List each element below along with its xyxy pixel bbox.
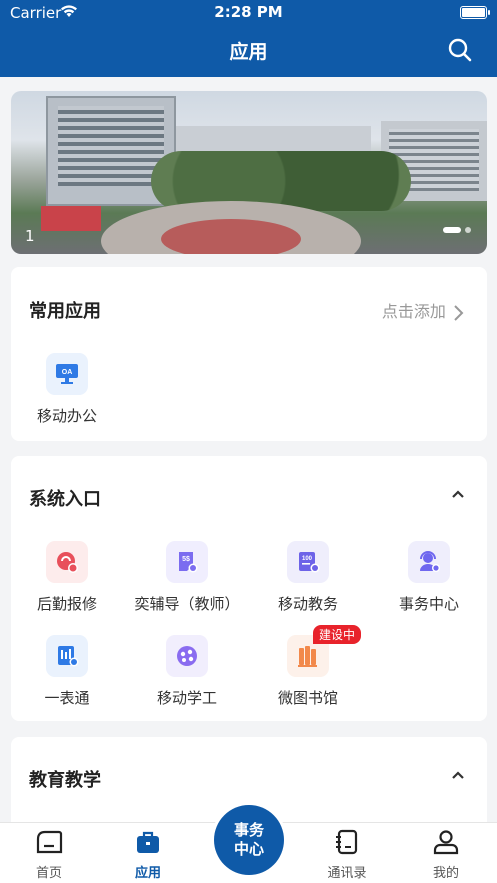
system-entry-title: 系统入口 bbox=[29, 489, 101, 510]
app-mobile-office[interactable]: OA 移动办公 bbox=[7, 353, 127, 426]
pagination-dot-active[interactable] bbox=[443, 226, 461, 233]
search-button[interactable] bbox=[447, 37, 475, 65]
tab-label: 我的 bbox=[432, 866, 459, 881]
add-app-label: 点击添加 bbox=[381, 302, 446, 321]
status-time: 2:28 PM bbox=[214, 3, 283, 21]
repair-icon bbox=[46, 541, 88, 583]
app-student-work[interactable]: 移动学工 bbox=[127, 635, 247, 708]
app-label: 移动办公 bbox=[36, 407, 97, 425]
common-apps-title: 常用应用 bbox=[29, 301, 101, 322]
app-label: 微图书馆 bbox=[277, 689, 338, 707]
banner-page-number: 1 bbox=[25, 227, 35, 245]
briefcase-icon bbox=[137, 831, 159, 853]
tutor-icon: 5$ bbox=[166, 541, 208, 583]
app-label: 移动学工 bbox=[156, 689, 217, 707]
chevron-right-icon bbox=[454, 304, 464, 321]
svg-text:5$: 5$ bbox=[182, 556, 190, 563]
common-apps-card: 常用应用 点击添加 OA 移动办公 bbox=[11, 267, 487, 441]
status-badge: 建设中 bbox=[313, 625, 362, 644]
service-center-button[interactable]: 事务中心 bbox=[214, 805, 284, 875]
chevron-up-icon[interactable] bbox=[451, 770, 465, 780]
tab-label: 通讯录 bbox=[327, 866, 367, 881]
tab-home[interactable]: 首页 bbox=[9, 829, 89, 881]
app-micro-library[interactable]: 微图书馆 建设中 bbox=[248, 625, 368, 708]
search-icon bbox=[448, 38, 472, 62]
home-icon bbox=[36, 830, 63, 854]
battery-icon bbox=[460, 6, 490, 19]
oa-monitor-icon: OA bbox=[46, 353, 88, 395]
academic-icon: 100 bbox=[287, 541, 329, 583]
tab-label: 应用 bbox=[134, 866, 161, 881]
banner-pagination[interactable] bbox=[439, 219, 471, 238]
app-one-form[interactable]: 一表通 bbox=[7, 635, 127, 708]
status-bar: Carrier 2:28 PM bbox=[0, 0, 497, 26]
pagination-dot[interactable] bbox=[465, 226, 471, 233]
education-title: 教育教学 bbox=[29, 770, 101, 791]
service-icon bbox=[408, 541, 450, 583]
chevron-up-icon[interactable] bbox=[451, 489, 465, 499]
app-label: 一表通 bbox=[44, 689, 90, 707]
tab-apps[interactable]: 应用 bbox=[108, 829, 188, 881]
add-app-link[interactable]: 点击添加 bbox=[382, 298, 465, 322]
contacts-book-icon bbox=[336, 829, 358, 855]
app-label: 后勤报修 bbox=[36, 595, 97, 613]
tab-label: 首页 bbox=[35, 866, 62, 881]
system-entry-card: 系统入口 后勤报修 5$ 奕辅导（教师） 100 移动教务 事务中心 一表通 移… bbox=[11, 456, 487, 721]
campus-banner[interactable]: 1 bbox=[11, 91, 487, 254]
svg-text:100: 100 bbox=[302, 556, 313, 562]
app-mobile-academic[interactable]: 100 移动教务 bbox=[248, 541, 368, 614]
app-label: 移动教务 bbox=[277, 595, 338, 613]
app-label: 事务中心 bbox=[398, 595, 459, 613]
user-icon bbox=[433, 830, 459, 855]
app-tutor-teacher[interactable]: 5$ 奕辅导（教师） bbox=[127, 541, 247, 614]
service-center-label: 事务中心 bbox=[233, 821, 264, 858]
tab-contacts[interactable]: 通讯录 bbox=[307, 829, 387, 881]
app-logistics-repair[interactable]: 后勤报修 bbox=[7, 541, 127, 614]
app-service-center[interactable]: 事务中心 bbox=[369, 541, 489, 614]
page-title: 应用 bbox=[229, 41, 268, 63]
svg-text:OA: OA bbox=[62, 369, 73, 376]
tab-me[interactable]: 我的 bbox=[406, 829, 486, 881]
student-work-icon bbox=[166, 635, 208, 677]
top-bar: Carrier 2:28 PM 应用 bbox=[0, 0, 497, 77]
form-icon bbox=[46, 635, 88, 677]
app-label: 奕辅导（教师） bbox=[134, 595, 240, 613]
